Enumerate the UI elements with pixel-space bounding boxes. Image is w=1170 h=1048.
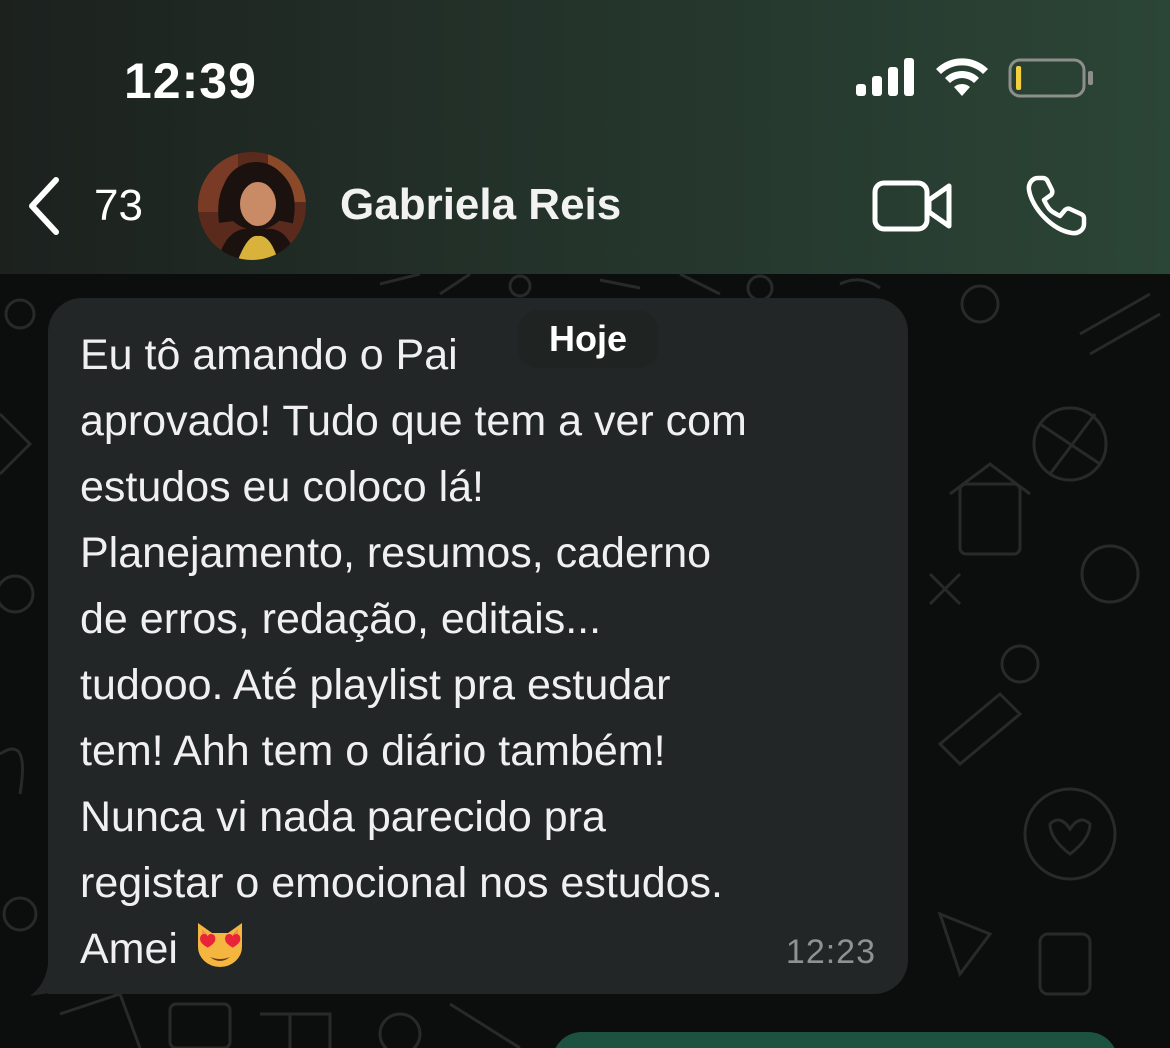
message-line: estudos eu coloco lá! xyxy=(80,463,484,511)
battery-low-icon xyxy=(1008,58,1093,98)
back-button[interactable]: 73 xyxy=(24,176,143,236)
message-line: tudooo. Até playlist pra estudar xyxy=(80,661,671,709)
message-bubble-incoming[interactable]: Eu tô amando o Pai aprovado! Tudo que te… xyxy=(48,298,908,994)
chat-area[interactable]: Eu tô amando o Pai aprovado! Tudo que te… xyxy=(0,274,1170,1048)
message-line: tem! Ahh tem o diário também! xyxy=(80,727,666,775)
avatar-photo xyxy=(198,152,306,260)
chat-screen: 12:39 73 Gabriela Reis Eu tô amando o Pa… xyxy=(0,0,1170,1048)
message-timestamp: 12:23 xyxy=(785,933,876,971)
chevron-left-icon xyxy=(29,177,59,235)
cellular-signal-icon xyxy=(856,58,914,96)
bubble-tail xyxy=(30,964,68,996)
message-line: de erros, redação, editais... xyxy=(80,595,602,643)
contact-name[interactable]: Gabriela Reis xyxy=(340,180,621,230)
heart-eyes-cat-emoji-icon xyxy=(197,923,242,967)
message-text: Eu tô amando o Pai aprovado! Tudo que te… xyxy=(80,322,900,982)
message-line: Nunca vi nada parecido pra xyxy=(80,793,606,841)
phone-icon[interactable] xyxy=(1024,174,1088,238)
message-bubble-outgoing[interactable] xyxy=(552,1032,1118,1048)
unread-count: 73 xyxy=(94,181,143,230)
status-bar-time: 12:39 xyxy=(124,53,257,109)
message-line: registar o emocional nos estudos. xyxy=(80,859,723,907)
date-separator: Hoje xyxy=(518,310,658,368)
message-line: Amei xyxy=(80,925,178,973)
avatar[interactable] xyxy=(198,152,306,260)
message-line: aprovado! Tudo que tem a ver com xyxy=(80,397,747,445)
video-camera-icon[interactable] xyxy=(872,178,954,234)
wifi-icon xyxy=(936,58,988,96)
message-line: Eu tô amando o Pai xyxy=(80,331,458,379)
message-line: Planejamento, resumos, caderno xyxy=(80,529,712,577)
chat-header: 12:39 73 Gabriela Reis xyxy=(0,0,1170,274)
